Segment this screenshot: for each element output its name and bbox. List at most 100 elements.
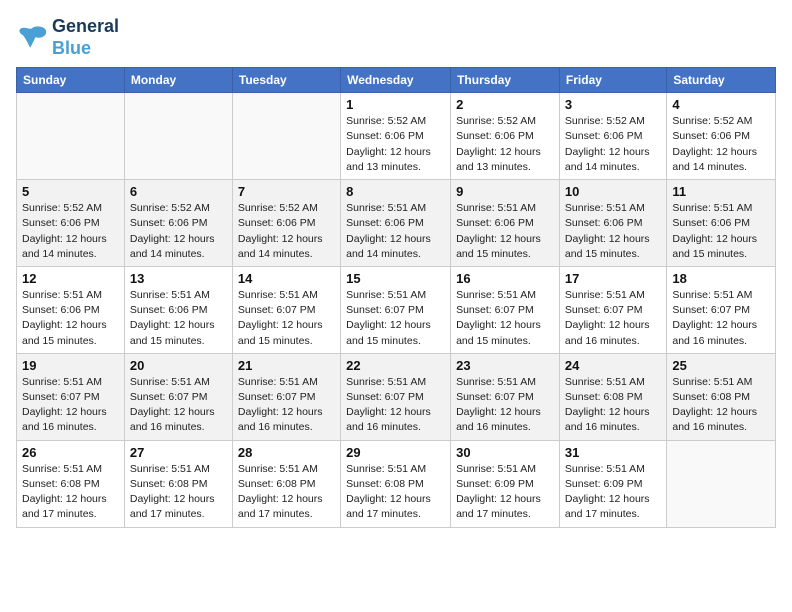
calendar-day-cell: 21 Sunrise: 5:51 AM Sunset: 6:07 PM Dayli… bbox=[232, 353, 340, 440]
day-number: 3 bbox=[565, 97, 661, 112]
calendar-day-cell bbox=[17, 93, 125, 180]
day-number: 15 bbox=[346, 271, 445, 286]
calendar-day-cell: 14 Sunrise: 5:51 AM Sunset: 6:07 PM Dayli… bbox=[232, 266, 340, 353]
calendar-day-cell: 22 Sunrise: 5:51 AM Sunset: 6:07 PM Dayli… bbox=[341, 353, 451, 440]
day-info: Sunrise: 5:51 AM Sunset: 6:07 PM Dayligh… bbox=[238, 288, 335, 349]
calendar-day-cell: 17 Sunrise: 5:51 AM Sunset: 6:07 PM Dayli… bbox=[559, 266, 666, 353]
calendar-day-cell: 10Sunrise: 5:51 AM Sunset: 6:06 PM Dayli… bbox=[559, 180, 666, 267]
day-info: Sunrise: 5:52 AM Sunset: 6:06 PM Dayligh… bbox=[456, 114, 554, 175]
calendar-day-cell: 30Sunrise: 5:51 AM Sunset: 6:09 PM Dayli… bbox=[451, 440, 560, 527]
day-number: 7 bbox=[238, 184, 335, 199]
logo-bird-icon bbox=[16, 24, 48, 52]
day-number: 24 bbox=[565, 358, 661, 373]
calendar-day-cell: 4 Sunrise: 5:52 AM Sunset: 6:06 PM Daylig… bbox=[667, 93, 776, 180]
day-info: Sunrise: 5:52 AM Sunset: 6:06 PM Dayligh… bbox=[238, 201, 335, 262]
day-info: Sunrise: 5:51 AM Sunset: 6:09 PM Dayligh… bbox=[456, 462, 554, 523]
day-number: 16 bbox=[456, 271, 554, 286]
day-info: Sunrise: 5:51 AM Sunset: 6:07 PM Dayligh… bbox=[130, 375, 227, 436]
weekday-header-cell: Saturday bbox=[667, 68, 776, 93]
day-info: Sunrise: 5:52 AM Sunset: 6:06 PM Dayligh… bbox=[346, 114, 445, 175]
day-number: 20 bbox=[130, 358, 227, 373]
calendar-day-cell: 31Sunrise: 5:51 AM Sunset: 6:09 PM Dayli… bbox=[559, 440, 666, 527]
calendar-body: 1 Sunrise: 5:52 AM Sunset: 6:06 PM Daylig… bbox=[17, 93, 776, 527]
day-info: Sunrise: 5:51 AM Sunset: 6:06 PM Dayligh… bbox=[130, 288, 227, 349]
calendar-day-cell: 15 Sunrise: 5:51 AM Sunset: 6:07 PM Dayli… bbox=[341, 266, 451, 353]
calendar-day-cell: 18 Sunrise: 5:51 AM Sunset: 6:07 PM Dayli… bbox=[667, 266, 776, 353]
day-number: 2 bbox=[456, 97, 554, 112]
calendar-week-row: 26 Sunrise: 5:51 AM Sunset: 6:08 PM Dayli… bbox=[17, 440, 776, 527]
day-info: Sunrise: 5:51 AM Sunset: 6:07 PM Dayligh… bbox=[565, 288, 661, 349]
day-info: Sunrise: 5:52 AM Sunset: 6:06 PM Dayligh… bbox=[672, 114, 770, 175]
calendar-day-cell: 12Sunrise: 5:51 AM Sunset: 6:06 PM Dayli… bbox=[17, 266, 125, 353]
calendar-day-cell: 7 Sunrise: 5:52 AM Sunset: 6:06 PM Daylig… bbox=[232, 180, 340, 267]
day-info: Sunrise: 5:51 AM Sunset: 6:08 PM Dayligh… bbox=[22, 462, 119, 523]
calendar-day-cell: 8 Sunrise: 5:51 AM Sunset: 6:06 PM Daylig… bbox=[341, 180, 451, 267]
calendar-day-cell: 26 Sunrise: 5:51 AM Sunset: 6:08 PM Dayli… bbox=[17, 440, 125, 527]
calendar-day-cell: 13 Sunrise: 5:51 AM Sunset: 6:06 PM Dayli… bbox=[124, 266, 232, 353]
calendar-day-cell: 16 Sunrise: 5:51 AM Sunset: 6:07 PM Dayli… bbox=[451, 266, 560, 353]
weekday-header-cell: Tuesday bbox=[232, 68, 340, 93]
day-info: Sunrise: 5:51 AM Sunset: 6:07 PM Dayligh… bbox=[346, 375, 445, 436]
weekday-header-row: SundayMondayTuesdayWednesdayThursdayFrid… bbox=[17, 68, 776, 93]
day-number: 1 bbox=[346, 97, 445, 112]
calendar-day-cell: 6Sunrise: 5:52 AM Sunset: 6:06 PM Daylig… bbox=[124, 180, 232, 267]
logo-text: General Blue bbox=[52, 16, 119, 59]
day-info: Sunrise: 5:51 AM Sunset: 6:06 PM Dayligh… bbox=[22, 288, 119, 349]
calendar-day-cell: 3 Sunrise: 5:52 AM Sunset: 6:06 PM Daylig… bbox=[559, 93, 666, 180]
day-number: 8 bbox=[346, 184, 445, 199]
calendar-day-cell: 1 Sunrise: 5:52 AM Sunset: 6:06 PM Daylig… bbox=[341, 93, 451, 180]
day-info: Sunrise: 5:52 AM Sunset: 6:06 PM Dayligh… bbox=[565, 114, 661, 175]
calendar-week-row: 5 Sunrise: 5:52 AM Sunset: 6:06 PM Daylig… bbox=[17, 180, 776, 267]
day-info: Sunrise: 5:51 AM Sunset: 6:07 PM Dayligh… bbox=[346, 288, 445, 349]
day-info: Sunrise: 5:51 AM Sunset: 6:06 PM Dayligh… bbox=[672, 201, 770, 262]
weekday-header-cell: Wednesday bbox=[341, 68, 451, 93]
day-info: Sunrise: 5:51 AM Sunset: 6:06 PM Dayligh… bbox=[456, 201, 554, 262]
calendar-week-row: 19 Sunrise: 5:51 AM Sunset: 6:07 PM Dayli… bbox=[17, 353, 776, 440]
day-info: Sunrise: 5:51 AM Sunset: 6:09 PM Dayligh… bbox=[565, 462, 661, 523]
day-info: Sunrise: 5:52 AM Sunset: 6:06 PM Dayligh… bbox=[22, 201, 119, 262]
weekday-header-cell: Sunday bbox=[17, 68, 125, 93]
day-number: 9 bbox=[456, 184, 554, 199]
calendar-day-cell: 24 Sunrise: 5:51 AM Sunset: 6:08 PM Dayli… bbox=[559, 353, 666, 440]
weekday-header-cell: Monday bbox=[124, 68, 232, 93]
day-info: Sunrise: 5:51 AM Sunset: 6:08 PM Dayligh… bbox=[238, 462, 335, 523]
calendar-day-cell bbox=[124, 93, 232, 180]
day-number: 21 bbox=[238, 358, 335, 373]
day-info: Sunrise: 5:51 AM Sunset: 6:07 PM Dayligh… bbox=[456, 288, 554, 349]
day-number: 29 bbox=[346, 445, 445, 460]
day-info: Sunrise: 5:51 AM Sunset: 6:08 PM Dayligh… bbox=[565, 375, 661, 436]
calendar-week-row: 1 Sunrise: 5:52 AM Sunset: 6:06 PM Daylig… bbox=[17, 93, 776, 180]
page-header: General Blue bbox=[16, 16, 776, 59]
day-number: 25 bbox=[672, 358, 770, 373]
calendar-day-cell: 5 Sunrise: 5:52 AM Sunset: 6:06 PM Daylig… bbox=[17, 180, 125, 267]
weekday-header-cell: Friday bbox=[559, 68, 666, 93]
calendar-day-cell: 27Sunrise: 5:51 AM Sunset: 6:08 PM Dayli… bbox=[124, 440, 232, 527]
day-info: Sunrise: 5:51 AM Sunset: 6:06 PM Dayligh… bbox=[346, 201, 445, 262]
day-info: Sunrise: 5:51 AM Sunset: 6:07 PM Dayligh… bbox=[456, 375, 554, 436]
calendar-day-cell: 23 Sunrise: 5:51 AM Sunset: 6:07 PM Dayli… bbox=[451, 353, 560, 440]
day-number: 26 bbox=[22, 445, 119, 460]
day-info: Sunrise: 5:51 AM Sunset: 6:07 PM Dayligh… bbox=[672, 288, 770, 349]
day-number: 4 bbox=[672, 97, 770, 112]
day-info: Sunrise: 5:51 AM Sunset: 6:07 PM Dayligh… bbox=[238, 375, 335, 436]
day-number: 23 bbox=[456, 358, 554, 373]
day-info: Sunrise: 5:51 AM Sunset: 6:07 PM Dayligh… bbox=[22, 375, 119, 436]
day-number: 14 bbox=[238, 271, 335, 286]
day-info: Sunrise: 5:51 AM Sunset: 6:08 PM Dayligh… bbox=[346, 462, 445, 523]
day-number: 13 bbox=[130, 271, 227, 286]
day-number: 17 bbox=[565, 271, 661, 286]
day-number: 27 bbox=[130, 445, 227, 460]
day-number: 19 bbox=[22, 358, 119, 373]
calendar-day-cell: 9 Sunrise: 5:51 AM Sunset: 6:06 PM Daylig… bbox=[451, 180, 560, 267]
logo: General Blue bbox=[16, 16, 119, 59]
day-number: 11 bbox=[672, 184, 770, 199]
calendar-day-cell: 11 Sunrise: 5:51 AM Sunset: 6:06 PM Dayli… bbox=[667, 180, 776, 267]
day-number: 28 bbox=[238, 445, 335, 460]
day-info: Sunrise: 5:51 AM Sunset: 6:06 PM Dayligh… bbox=[565, 201, 661, 262]
day-number: 18 bbox=[672, 271, 770, 286]
day-number: 22 bbox=[346, 358, 445, 373]
weekday-header-cell: Thursday bbox=[451, 68, 560, 93]
day-number: 5 bbox=[22, 184, 119, 199]
day-info: Sunrise: 5:52 AM Sunset: 6:06 PM Dayligh… bbox=[130, 201, 227, 262]
calendar-day-cell: 20 Sunrise: 5:51 AM Sunset: 6:07 PM Dayli… bbox=[124, 353, 232, 440]
